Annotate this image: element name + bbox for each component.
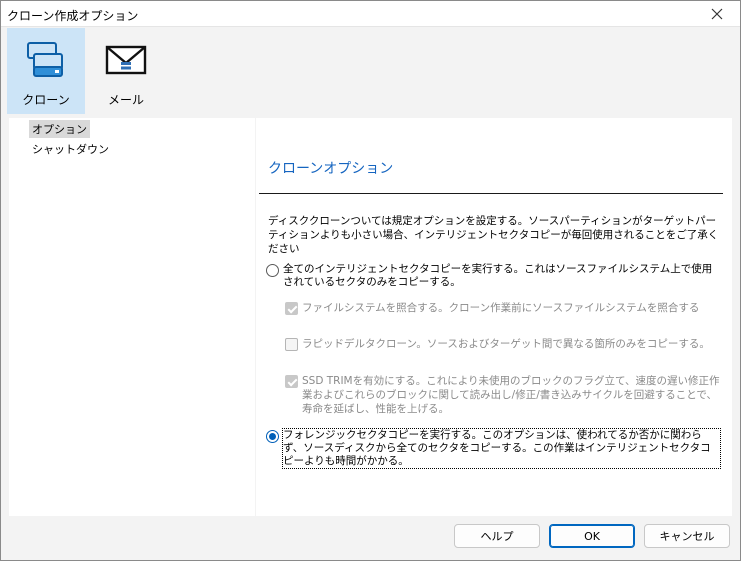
rapid-delta-label: ラピッドデルタクローン。ソースおよびターゲット間で異なる箇所のみをコピーする。 (302, 338, 710, 350)
option-forensic-copy[interactable]: フォレンジックセクタコピーを実行する。このオプションは、使われてるか否かに関わら… (266, 428, 721, 469)
verify-filesystem-checkbox[interactable] (285, 302, 298, 315)
toolbar-item-mail[interactable]: メール (87, 28, 165, 114)
options-nav-pane: オプション シャットダウン (9, 118, 255, 516)
option-rapid-delta[interactable]: ラピッドデルタクローン。ソースおよびターゲット間で異なる箇所のみをコピーする。 (285, 337, 722, 351)
toolbar-item-label: クローン (22, 93, 70, 107)
ok-button[interactable]: OK (549, 524, 635, 548)
option-ssd-trim[interactable]: SSD TRIMを有効にする。これにより未使用のブロックのフラグ立て、速度の遅い… (285, 374, 722, 416)
section-divider (259, 193, 723, 194)
nav-item-shutdown[interactable]: シャットダウン (29, 140, 112, 158)
ssd-trim-checkbox[interactable] (285, 375, 298, 388)
title-bar: クローン作成オプション (1, 1, 740, 27)
window-title: クローン作成オプション (7, 9, 139, 23)
help-button[interactable]: ヘルプ (454, 524, 540, 548)
toolbar-item-clone[interactable]: クローン (7, 28, 85, 114)
option-verify-filesystem[interactable]: ファイルシステムを照合する。クローン作業前にソースファイルシステムを照合する (285, 301, 722, 315)
toolbar: クローン メール (1, 28, 740, 116)
close-button[interactable] (694, 1, 740, 27)
section-description: ディスククローンついては規定オプションを設定する。ソースパーティションがターゲッ… (268, 215, 719, 255)
nav-item-options[interactable]: オプション (29, 120, 90, 138)
toolbar-item-label: メール (107, 93, 144, 107)
section-title: クローンオプション (268, 161, 394, 177)
verify-filesystem-label: ファイルシステムを照合する。クローン作業前にソースファイルシステムを照合する (302, 302, 700, 314)
mail-icon (102, 38, 150, 82)
clone-options-dialog: クローン作成オプション クローン メール オプション シャットダウン クローンオ… (0, 0, 741, 561)
intelligent-copy-label: 全てのインテリジェントセクタコピーを実行する。これはソースファイルシステム上で使… (283, 263, 713, 288)
clone-drives-icon (22, 38, 70, 82)
dialog-footer: ヘルプ OK キャンセル (1, 517, 740, 560)
intelligent-copy-radio[interactable] (266, 264, 279, 277)
options-content-pane: クローンオプション ディスククローンついては規定オプションを設定する。ソースパー… (256, 118, 732, 516)
option-intelligent-copy[interactable]: 全てのインテリジェントセクタコピーを実行する。これはソースファイルシステム上で使… (266, 263, 720, 289)
rapid-delta-checkbox[interactable] (285, 338, 298, 351)
forensic-copy-radio[interactable] (266, 430, 279, 443)
cancel-button[interactable]: キャンセル (644, 524, 730, 548)
forensic-copy-label: フォレンジックセクタコピーを実行する。このオプションは、使われてるか否かに関わら… (282, 428, 721, 469)
ssd-trim-label: SSD TRIMを有効にする。これにより未使用のブロックのフラグ立て、速度の遅い… (302, 375, 720, 415)
close-icon (711, 8, 723, 20)
